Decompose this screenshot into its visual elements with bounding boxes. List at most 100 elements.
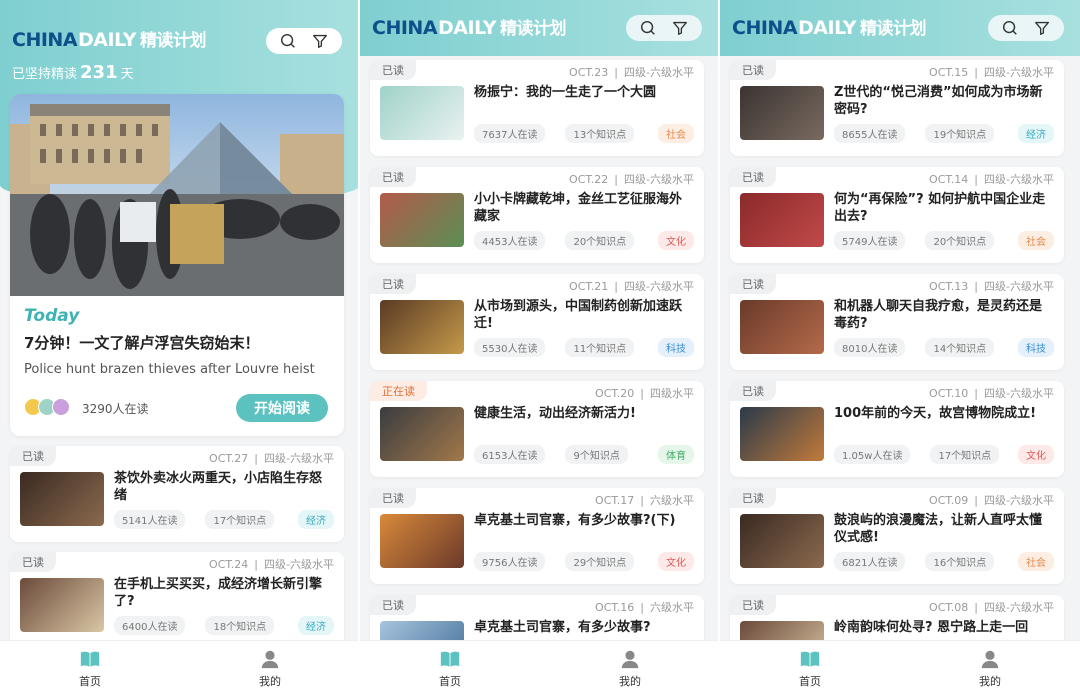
article-card[interactable]: 已读 OCT.15 | 四级-六级水平 Z世代的“悦己消费”如何成为市场新密码? 8655… <box>730 60 1064 156</box>
search-icon[interactable] <box>279 32 297 50</box>
readers-count: 1.05w人在读 <box>834 445 911 464</box>
article-list: 已读 OCT.23 | 四级-六级水平 杨振宁：我的一生走了一个大圆 7637人在读 13个… <box>370 60 704 696</box>
readers-count: 8655人在读 <box>834 124 906 143</box>
readers-count: 5141人在读 <box>114 510 186 529</box>
readers-count: 7637人在读 <box>474 124 546 143</box>
category-tag: 经济 <box>1018 124 1054 143</box>
filter-icon[interactable] <box>671 19 689 37</box>
tab-mine[interactable]: 我的 <box>180 641 358 696</box>
book-icon <box>80 651 100 667</box>
filter-icon[interactable] <box>1033 19 1051 37</box>
search-filter-pill <box>266 28 342 54</box>
article-card[interactable]: 已读 OCT.13 | 四级-六级水平 和机器人聊天自我疗愈，是灵药还是毒药? 8010人… <box>730 274 1064 370</box>
article-title: 杨振宁：我的一生走了一个大圆 <box>474 85 657 100</box>
article-title: 岭南韵味何处寻? 恩宁路上走一回 <box>834 620 1029 635</box>
knowledge-points: 17个知识点 <box>205 510 275 529</box>
article-card[interactable]: 已读 OCT.14 | 四级-六级水平 何为“再保险”? 如何护航中国企业走出去? 574… <box>730 167 1064 263</box>
book-icon <box>440 651 460 667</box>
tab-home[interactable]: 首页 <box>720 641 900 696</box>
category-tag: 社会 <box>1018 552 1054 571</box>
knowledge-points: 14个知识点 <box>925 338 995 357</box>
article-title: Z世代的“悦己消费”如何成为市场新密码? <box>834 85 1043 117</box>
category-tag: 社会 <box>1018 231 1054 250</box>
louvre-photo <box>10 94 344 296</box>
article-meta: OCT.08 | 四级-六级水平 <box>929 601 1054 614</box>
search-icon[interactable] <box>639 19 657 37</box>
search-filter-pill <box>626 15 702 41</box>
home-screen-1: CHINADAILY 精读计划 已坚持精读 231 天 Today 7分钟！一文… <box>0 0 360 696</box>
read-status-badge: 已读 <box>730 595 776 615</box>
article-title: 和机器人聊天自我疗愈，是灵药还是毒药? <box>834 299 1043 331</box>
tab-home[interactable]: 首页 <box>360 641 540 696</box>
readers-count: 5530人在读 <box>474 338 546 357</box>
category-tag: 经济 <box>298 616 334 635</box>
article-meta: OCT.27 | 四级-六级水平 <box>209 452 334 465</box>
readers-count: 6821人在读 <box>834 552 906 571</box>
article-title: 卓克基土司官寨，有多少故事?(下) <box>474 513 676 528</box>
read-status-badge: 已读 <box>370 595 416 615</box>
readers-count: 4453人在读 <box>474 231 546 250</box>
read-status-badge: 已读 <box>730 488 776 508</box>
knowledge-points: 20个知识点 <box>925 231 995 250</box>
article-list: 已读 OCT.27 | 四级-六级水平 茶饮外卖冰火两重天，小店陷生存怒绪 5141人在读… <box>10 446 344 658</box>
read-status-badge: 已读 <box>730 60 776 80</box>
tab-mine[interactable]: 我的 <box>540 641 718 696</box>
tab-mine[interactable]: 我的 <box>900 641 1080 696</box>
article-meta: OCT.09 | 四级-六级水平 <box>929 494 1054 507</box>
article-title: 100年前的今天，故宫博物院成立! <box>834 406 1037 421</box>
article-list: 已读 OCT.15 | 四级-六级水平 Z世代的“悦己消费”如何成为市场新密码? 8655… <box>730 60 1064 696</box>
avatar <box>52 398 70 416</box>
article-thumbnail <box>740 514 824 568</box>
article-card[interactable]: 已读 OCT.10 | 四级-六级水平 100年前的今天，故宫博物院成立! 1.05w人在… <box>730 381 1064 477</box>
article-meta: OCT.15 | 四级-六级水平 <box>929 66 1054 79</box>
category-tag: 经济 <box>298 510 334 529</box>
readers-count: 9756人在读 <box>474 552 546 571</box>
article-card[interactable]: 已读 OCT.24 | 四级-六级水平 在手机上买买买，成经济增长新引擎了? 6400人在… <box>10 552 344 648</box>
article-title: 从市场到源头，中国制药创新加速跃迁! <box>474 299 683 331</box>
start-reading-button[interactable]: 开始阅读 <box>236 394 328 422</box>
user-icon <box>621 650 639 669</box>
knowledge-points: 9个知识点 <box>565 445 628 464</box>
article-title: 小小卡牌藏乾坤，金丝工艺征服海外藏家 <box>474 192 683 224</box>
read-status-badge: 已读 <box>370 274 416 294</box>
article-title: 在手机上买买买，成经济增长新引擎了? <box>114 577 323 609</box>
article-thumbnail <box>380 300 464 354</box>
search-filter-pill <box>988 15 1064 41</box>
article-card[interactable]: 已读 OCT.27 | 四级-六级水平 茶饮外卖冰火两重天，小店陷生存怒绪 5141人在读… <box>10 446 344 542</box>
book-icon <box>800 651 820 667</box>
search-icon[interactable] <box>1001 19 1019 37</box>
bottom-tab-bar: 首页 我的 <box>0 640 358 696</box>
category-tag: 科技 <box>1018 338 1054 357</box>
article-meta: OCT.14 | 四级-六级水平 <box>929 173 1054 186</box>
article-card[interactable]: 正在读 OCT.20 | 四级水平 健康生活，动出经济新活力! 6153人在读 9个知识点 体… <box>370 381 704 477</box>
today-hero-card[interactable]: Today 7分钟！一文了解卢浮宫失窃始末！ Police hunt braze… <box>10 94 344 436</box>
category-tag: 文化 <box>1018 445 1054 464</box>
read-status-badge: 已读 <box>10 446 56 466</box>
knowledge-points: 20个知识点 <box>565 231 635 250</box>
knowledge-points: 16个知识点 <box>925 552 995 571</box>
category-tag: 社会 <box>658 124 694 143</box>
article-card[interactable]: 已读 OCT.17 | 六级水平 卓克基土司官寨，有多少故事?(下) 9756人在读 29个… <box>370 488 704 584</box>
article-card[interactable]: 已读 OCT.09 | 四级-六级水平 鼓浪屿的浪漫魔法，让新人直呼太懂仪式感! 6821… <box>730 488 1064 584</box>
knowledge-points: 17个知识点 <box>930 445 1000 464</box>
article-meta: OCT.10 | 四级-六级水平 <box>929 387 1054 400</box>
article-thumbnail <box>20 578 104 632</box>
article-card[interactable]: 已读 OCT.21 | 四级-六级水平 从市场到源头，中国制药创新加速跃迁! 5530人在… <box>370 274 704 370</box>
article-card[interactable]: 已读 OCT.22 | 四级-六级水平 小小卡牌藏乾坤，金丝工艺征服海外藏家 4453人在… <box>370 167 704 263</box>
filter-icon[interactable] <box>311 32 329 50</box>
app-logo: CHINADAILY 精读计划 <box>732 17 926 39</box>
tab-home[interactable]: 首页 <box>0 641 180 696</box>
category-tag: 文化 <box>658 231 694 250</box>
read-status-badge: 已读 <box>370 60 416 80</box>
article-meta: OCT.13 | 四级-六级水平 <box>929 280 1054 293</box>
article-meta: OCT.23 | 四级-六级水平 <box>569 66 694 79</box>
hero-title: 7分钟！一文了解卢浮宫失窃始末！ <box>24 334 260 352</box>
article-thumbnail <box>380 193 464 247</box>
article-card[interactable]: 已读 OCT.23 | 四级-六级水平 杨振宁：我的一生走了一个大圆 7637人在读 13个… <box>370 60 704 156</box>
article-title: 卓克基土司官寨，有多少故事? <box>474 620 651 635</box>
article-meta: OCT.17 | 六级水平 <box>595 494 694 507</box>
article-meta: OCT.22 | 四级-六级水平 <box>569 173 694 186</box>
home-screen-2: CHINADAILY 精读计划 已读 OCT.23 | 四级-六级水平杨振宁：我的一生走… <box>360 0 720 696</box>
read-status-badge: 已读 <box>730 381 776 401</box>
app-logo: CHINADAILY 精读计划 <box>372 17 566 39</box>
